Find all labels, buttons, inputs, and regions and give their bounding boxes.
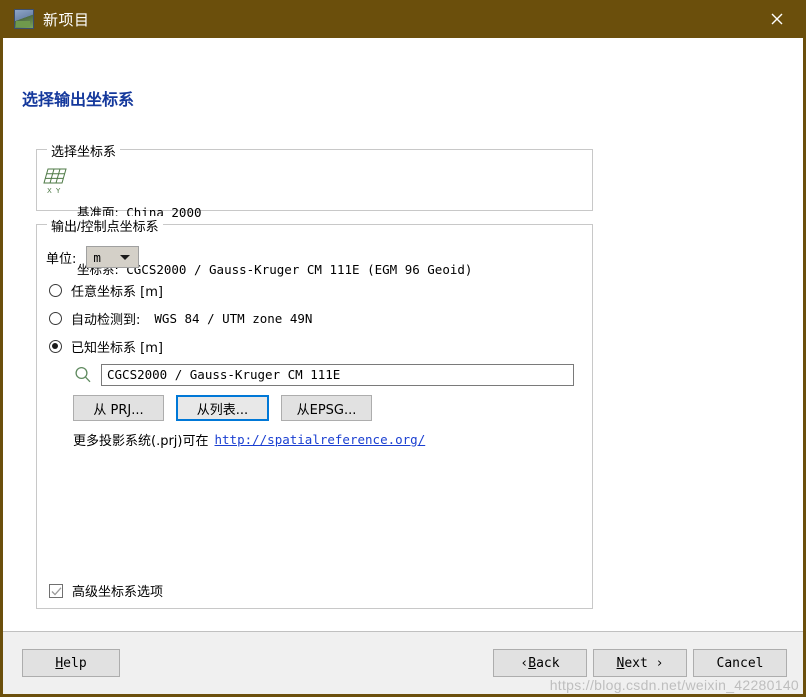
close-icon[interactable] — [751, 0, 803, 38]
chevron-down-icon — [120, 255, 130, 260]
radio-arbitrary-crs[interactable]: 任意坐标系 [m] — [49, 281, 163, 300]
units-select-value: m — [93, 250, 114, 265]
next-button-mnemonic: N — [617, 656, 625, 671]
radio-known-crs[interactable]: 已知坐标系 [m] — [49, 337, 163, 356]
select-crs-group: 选择坐标系 X Y 基准面: China 2000 坐标系: CGCS2000 … — [36, 149, 593, 211]
from-prj-button[interactable]: 从 PRJ... — [73, 395, 164, 421]
grid-xy-icon: X Y — [43, 165, 69, 195]
radio-arbitrary-crs-button[interactable] — [49, 284, 62, 297]
units-select[interactable]: m — [86, 246, 139, 268]
back-button-prefix: ‹ — [520, 656, 528, 671]
output-crs-group: 输出/控制点坐标系 单位: m 任意坐标系 [m] 自动检测到: WGS 84 … — [36, 224, 593, 609]
svg-text:X: X — [47, 187, 52, 195]
radio-arbitrary-crs-label: 任意坐标系 [m] — [71, 281, 163, 300]
next-button[interactable]: Next › — [593, 649, 687, 677]
advanced-options-checkbox[interactable] — [49, 584, 63, 598]
radio-auto-detected-label: 自动检测到: — [71, 309, 140, 328]
new-project-dialog: 新项目 选择输出坐标系 选择坐标系 X Y — [0, 0, 806, 697]
dialog-footer: Help ‹ Back Next › Cancel https://blog.c… — [3, 631, 803, 694]
output-crs-legend: 输出/控制点坐标系 — [47, 216, 163, 235]
radio-known-crs-label: 已知坐标系 [m] — [71, 337, 163, 356]
crs-search-row: CGCS2000 / Gauss-Kruger CM 111E — [73, 364, 574, 386]
help-button-label: elp — [63, 656, 86, 671]
help-button[interactable]: Help — [22, 649, 120, 677]
dialog-body: 选择输出坐标系 选择坐标系 X Y 基准面: China 2000 坐标系: C… — [3, 38, 803, 635]
back-button[interactable]: ‹ Back — [493, 649, 587, 677]
back-button-mnemonic: B — [528, 656, 536, 671]
back-button-label: ack — [536, 656, 559, 671]
cancel-button[interactable]: Cancel — [693, 649, 787, 677]
title-bar: 新项目 — [3, 0, 803, 38]
map-document-icon — [14, 9, 34, 29]
watermark: https://blog.csdn.net/weixin_42280140 — [550, 677, 799, 693]
radio-auto-detected[interactable]: 自动检测到: WGS 84 / UTM zone 49N — [49, 309, 312, 328]
projection-hint-row: 更多投影系统(.prj)可在 http://spatialreference.o… — [73, 430, 425, 449]
units-row: 单位: m — [46, 246, 139, 268]
radio-auto-detected-button[interactable] — [49, 312, 62, 325]
spatialreference-link[interactable]: http://spatialreference.org/ — [215, 432, 426, 447]
crs-source-buttons: 从 PRJ... 从列表... 从EPSG... — [73, 395, 372, 421]
window-title: 新项目 — [43, 9, 90, 30]
radio-known-crs-button[interactable] — [49, 340, 62, 353]
crs-search-input[interactable]: CGCS2000 / Gauss-Kruger CM 111E — [101, 364, 574, 386]
help-button-mnemonic: H — [55, 656, 63, 671]
search-icon[interactable] — [73, 365, 93, 385]
page-title: 选择输出坐标系 — [22, 86, 134, 110]
from-list-button[interactable]: 从列表... — [176, 395, 269, 421]
svg-text:Y: Y — [55, 187, 61, 195]
auto-detected-value: WGS 84 / UTM zone 49N — [154, 311, 312, 326]
select-crs-legend: 选择坐标系 — [47, 141, 120, 160]
advanced-options-label: 高级坐标系选项 — [72, 581, 163, 600]
from-epsg-button[interactable]: 从EPSG... — [281, 395, 372, 421]
units-label: 单位: — [46, 248, 76, 267]
next-button-label: ext › — [624, 656, 663, 671]
advanced-options-row[interactable]: 高级坐标系选项 — [49, 581, 163, 600]
projection-hint-text: 更多投影系统(.prj)可在 — [73, 430, 209, 449]
